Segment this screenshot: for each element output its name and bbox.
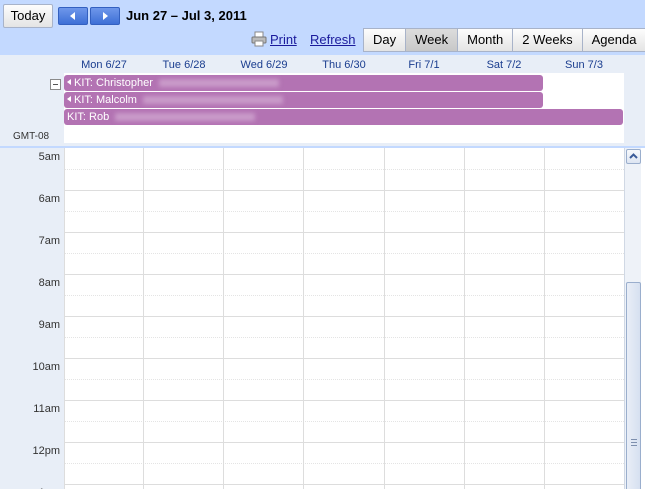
half-hour-line: [64, 295, 624, 296]
event-title: KIT: Malcolm: [74, 94, 137, 106]
redacted-text: [115, 113, 256, 121]
hour-label: 11am: [33, 403, 60, 415]
hour-line: [64, 358, 624, 359]
redacted-text: [142, 96, 283, 104]
day-column-divider: [143, 148, 144, 489]
continues-left-icon: [67, 96, 71, 102]
arrow-right-icon: [103, 12, 108, 20]
timezone-label: GMT-08: [13, 131, 50, 142]
hour-label: 8am: [38, 277, 60, 289]
print-link[interactable]: Print: [270, 32, 297, 47]
vertical-scrollbar[interactable]: [624, 148, 641, 489]
day-column-divider: [384, 148, 385, 489]
event-title: KIT: Rob: [67, 111, 110, 123]
collapse-toggle-icon[interactable]: [50, 79, 61, 90]
day-header-sun[interactable]: Sun 7/3: [544, 59, 624, 71]
day-header-wed[interactable]: Wed 6/29: [224, 59, 304, 71]
day-header-fri[interactable]: Fri 7/1: [384, 59, 464, 71]
half-hour-line: [64, 463, 624, 464]
hour-label: 9am: [38, 319, 60, 331]
hour-line: [64, 190, 624, 191]
next-week-button[interactable]: [90, 7, 120, 25]
redacted-text: [158, 79, 279, 87]
previous-week-button[interactable]: [58, 7, 88, 25]
hour-line: [64, 274, 624, 275]
printer-icon[interactable]: [251, 31, 267, 47]
refresh-link[interactable]: Refresh: [310, 32, 356, 47]
half-hour-line: [64, 169, 624, 170]
hour-label: 10am: [32, 361, 60, 373]
time-grid[interactable]: 5am 6am 7am 8am 9am 10am 11am 12pm 1pm: [0, 146, 645, 489]
half-hour-line: [64, 253, 624, 254]
grip-line: [631, 445, 637, 446]
day-column-divider: [64, 148, 65, 489]
hour-line: [64, 400, 624, 401]
hour-label: 7am: [38, 235, 60, 247]
chevron-up-icon: [629, 153, 638, 159]
continues-left-icon: [67, 79, 71, 85]
hour-line: [64, 442, 624, 443]
arrow-left-icon: [70, 12, 75, 20]
event-title: KIT: Christopher: [74, 77, 153, 89]
half-hour-line: [64, 421, 624, 422]
half-hour-line: [64, 379, 624, 380]
hour-line: [64, 232, 624, 233]
day-column-divider: [223, 148, 224, 489]
day-column-divider: [303, 148, 304, 489]
tab-month[interactable]: Month: [458, 28, 514, 52]
all-day-event[interactable]: KIT: Malcolm: [64, 92, 543, 108]
hour-gutter: 5am 6am 7am 8am 9am 10am 11am 12pm 1pm: [0, 148, 64, 489]
today-button[interactable]: Today: [3, 4, 53, 28]
hour-label: 6am: [38, 193, 60, 205]
half-hour-line: [64, 337, 624, 338]
day-column-divider: [464, 148, 465, 489]
hour-line: [64, 484, 624, 485]
grip-line: [631, 442, 637, 443]
scroll-up-button[interactable]: [626, 149, 641, 164]
day-header-tue[interactable]: Tue 6/28: [144, 59, 224, 71]
day-column-divider: [544, 148, 545, 489]
week-header: Mon 6/27 Tue 6/28 Wed 6/29 Thu 6/30 Fri …: [0, 54, 645, 146]
day-header-mon[interactable]: Mon 6/27: [64, 59, 144, 71]
view-tabs: Day Week Month 2 Weeks Agenda: [363, 28, 645, 52]
tab-agenda[interactable]: Agenda: [582, 28, 645, 52]
all-day-event[interactable]: KIT: Rob: [64, 109, 623, 125]
day-header-thu[interactable]: Thu 6/30: [304, 59, 384, 71]
half-hour-line: [64, 211, 624, 212]
tab-week[interactable]: Week: [406, 28, 459, 52]
date-range-title: Jun 27 – Jul 3, 2011: [126, 8, 247, 23]
grip-line: [631, 439, 637, 440]
hour-label: 12pm: [32, 445, 60, 457]
hour-label: 5am: [38, 151, 60, 163]
tab-day[interactable]: Day: [363, 28, 407, 52]
tab-2-weeks[interactable]: 2 Weeks: [513, 28, 583, 52]
scroll-thumb[interactable]: [626, 282, 641, 489]
hour-line: [64, 316, 624, 317]
all-day-event[interactable]: KIT: Christopher: [64, 75, 543, 91]
day-header-sat[interactable]: Sat 7/2: [464, 59, 544, 71]
